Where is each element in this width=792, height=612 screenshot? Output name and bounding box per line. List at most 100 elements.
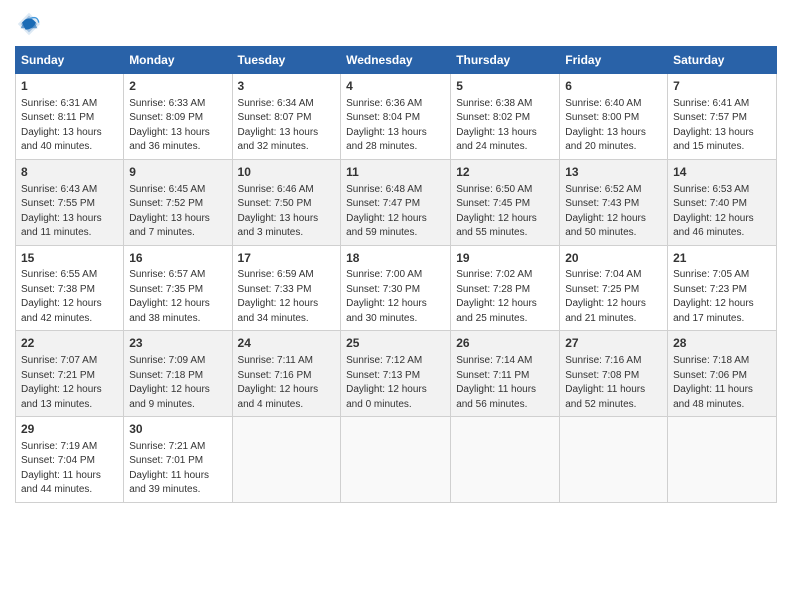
calendar-cell: 13 Sunrise: 6:52 AM Sunset: 7:43 PM Dayli… <box>560 159 668 245</box>
day-info: Sunrise: 6:50 AM Sunset: 7:45 PM Dayligh… <box>456 183 554 241</box>
calendar-cell: 1 Sunrise: 6:31 AM Sunset: 8:11 PM Daylig… <box>16 74 124 160</box>
day-number: 10 <box>238 164 336 181</box>
day-number: 15 <box>21 250 118 267</box>
calendar-cell: 10 Sunrise: 6:46 AM Sunset: 7:50 PM Dayli… <box>232 159 341 245</box>
day-number: 2 <box>129 78 226 95</box>
calendar-cell: 5 Sunrise: 6:38 AM Sunset: 8:02 PM Daylig… <box>451 74 560 160</box>
calendar-cell: 21Sunrise: 7:05 AM Sunset: 7:23 PM Dayli… <box>668 245 777 331</box>
day-info: Sunrise: 6:52 AM Sunset: 7:43 PM Dayligh… <box>565 183 662 241</box>
day-info: Sunrise: 6:45 AM Sunset: 7:52 PM Dayligh… <box>129 183 226 241</box>
day-info: Sunrise: 6:55 AM Sunset: 7:38 PM Dayligh… <box>21 268 118 326</box>
calendar-table: SundayMondayTuesdayWednesdayThursdayFrid… <box>15 46 777 503</box>
day-number: 14 <box>673 164 771 181</box>
calendar-week-row: 15Sunrise: 6:55 AM Sunset: 7:38 PM Dayli… <box>16 245 777 331</box>
calendar-cell: 30 Sunrise: 7:21 AM Sunset: 7:01 PM Dayli… <box>124 417 232 503</box>
day-number: 19 <box>456 250 554 267</box>
calendar-cell: 14Sunrise: 6:53 AM Sunset: 7:40 PM Dayli… <box>668 159 777 245</box>
day-info: Sunrise: 6:33 AM Sunset: 8:09 PM Dayligh… <box>129 97 226 155</box>
calendar-day-header: Thursday <box>451 47 560 74</box>
day-info: Sunrise: 6:31 AM Sunset: 8:11 PM Dayligh… <box>21 97 118 155</box>
day-info: Sunrise: 7:18 AM Sunset: 7:06 PM Dayligh… <box>673 354 771 412</box>
calendar-week-row: 1 Sunrise: 6:31 AM Sunset: 8:11 PM Daylig… <box>16 74 777 160</box>
day-info: Sunrise: 7:02 AM Sunset: 7:28 PM Dayligh… <box>456 268 554 326</box>
day-info: Sunrise: 7:09 AM Sunset: 7:18 PM Dayligh… <box>129 354 226 412</box>
calendar-cell: 23 Sunrise: 7:09 AM Sunset: 7:18 PM Dayli… <box>124 331 232 417</box>
day-info: Sunrise: 6:48 AM Sunset: 7:47 PM Dayligh… <box>346 183 445 241</box>
day-number: 3 <box>238 78 336 95</box>
day-info: Sunrise: 7:04 AM Sunset: 7:25 PM Dayligh… <box>565 268 662 326</box>
calendar-cell: 18Sunrise: 7:00 AM Sunset: 7:30 PM Dayli… <box>341 245 451 331</box>
calendar-cell: 4 Sunrise: 6:36 AM Sunset: 8:04 PM Daylig… <box>341 74 451 160</box>
calendar-cell: 9 Sunrise: 6:45 AM Sunset: 7:52 PM Daylig… <box>124 159 232 245</box>
calendar-cell: 3Sunrise: 6:34 AM Sunset: 8:07 PM Daylig… <box>232 74 341 160</box>
calendar-cell <box>341 417 451 503</box>
calendar-cell: 17Sunrise: 6:59 AM Sunset: 7:33 PM Dayli… <box>232 245 341 331</box>
day-number: 30 <box>129 421 226 438</box>
day-number: 16 <box>129 250 226 267</box>
calendar-cell: 15Sunrise: 6:55 AM Sunset: 7:38 PM Dayli… <box>16 245 124 331</box>
calendar-cell: 20Sunrise: 7:04 AM Sunset: 7:25 PM Dayli… <box>560 245 668 331</box>
day-number: 7 <box>673 78 771 95</box>
calendar-cell: 12 Sunrise: 6:50 AM Sunset: 7:45 PM Dayli… <box>451 159 560 245</box>
day-info: Sunrise: 6:46 AM Sunset: 7:50 PM Dayligh… <box>238 183 336 241</box>
day-number: 29 <box>21 421 118 438</box>
calendar-cell: 16Sunrise: 6:57 AM Sunset: 7:35 PM Dayli… <box>124 245 232 331</box>
calendar-cell <box>560 417 668 503</box>
calendar-cell <box>232 417 341 503</box>
calendar-week-row: 29 Sunrise: 7:19 AM Sunset: 7:04 PM Dayli… <box>16 417 777 503</box>
calendar-cell: 25 Sunrise: 7:12 AM Sunset: 7:13 PM Dayli… <box>341 331 451 417</box>
day-info: Sunrise: 6:43 AM Sunset: 7:55 PM Dayligh… <box>21 183 118 241</box>
day-info: Sunrise: 6:41 AM Sunset: 7:57 PM Dayligh… <box>673 97 771 155</box>
day-info: Sunrise: 6:59 AM Sunset: 7:33 PM Dayligh… <box>238 268 336 326</box>
calendar-cell: 7 Sunrise: 6:41 AM Sunset: 7:57 PM Daylig… <box>668 74 777 160</box>
calendar-cell: 26Sunrise: 7:14 AM Sunset: 7:11 PM Dayli… <box>451 331 560 417</box>
calendar-day-header: Sunday <box>16 47 124 74</box>
day-info: Sunrise: 7:21 AM Sunset: 7:01 PM Dayligh… <box>129 440 226 498</box>
day-number: 12 <box>456 164 554 181</box>
day-number: 11 <box>346 164 445 181</box>
day-number: 9 <box>129 164 226 181</box>
day-number: 13 <box>565 164 662 181</box>
calendar-cell: 27Sunrise: 7:16 AM Sunset: 7:08 PM Dayli… <box>560 331 668 417</box>
calendar-cell: 29 Sunrise: 7:19 AM Sunset: 7:04 PM Dayli… <box>16 417 124 503</box>
calendar-header-row: SundayMondayTuesdayWednesdayThursdayFrid… <box>16 47 777 74</box>
page: SundayMondayTuesdayWednesdayThursdayFrid… <box>0 0 792 612</box>
day-info: Sunrise: 6:57 AM Sunset: 7:35 PM Dayligh… <box>129 268 226 326</box>
day-number: 26 <box>456 335 554 352</box>
calendar-day-header: Friday <box>560 47 668 74</box>
day-number: 22 <box>21 335 118 352</box>
calendar-cell: 8 Sunrise: 6:43 AM Sunset: 7:55 PM Daylig… <box>16 159 124 245</box>
calendar-cell: 22Sunrise: 7:07 AM Sunset: 7:21 PM Dayli… <box>16 331 124 417</box>
calendar-cell: 24 Sunrise: 7:11 AM Sunset: 7:16 PM Dayli… <box>232 331 341 417</box>
day-number: 25 <box>346 335 445 352</box>
day-number: 18 <box>346 250 445 267</box>
day-info: Sunrise: 7:19 AM Sunset: 7:04 PM Dayligh… <box>21 440 118 498</box>
calendar-cell: 19Sunrise: 7:02 AM Sunset: 7:28 PM Dayli… <box>451 245 560 331</box>
day-number: 5 <box>456 78 554 95</box>
calendar-day-header: Saturday <box>668 47 777 74</box>
day-number: 23 <box>129 335 226 352</box>
day-info: Sunrise: 6:38 AM Sunset: 8:02 PM Dayligh… <box>456 97 554 155</box>
calendar-day-header: Monday <box>124 47 232 74</box>
day-number: 28 <box>673 335 771 352</box>
day-number: 8 <box>21 164 118 181</box>
day-info: Sunrise: 7:05 AM Sunset: 7:23 PM Dayligh… <box>673 268 771 326</box>
day-info: Sunrise: 6:36 AM Sunset: 8:04 PM Dayligh… <box>346 97 445 155</box>
calendar-cell: 2 Sunrise: 6:33 AM Sunset: 8:09 PM Daylig… <box>124 74 232 160</box>
calendar-day-header: Wednesday <box>341 47 451 74</box>
day-number: 1 <box>21 78 118 95</box>
day-info: Sunrise: 7:11 AM Sunset: 7:16 PM Dayligh… <box>238 354 336 412</box>
calendar-day-header: Tuesday <box>232 47 341 74</box>
calendar-cell: 28 Sunrise: 7:18 AM Sunset: 7:06 PM Dayli… <box>668 331 777 417</box>
calendar-week-row: 8 Sunrise: 6:43 AM Sunset: 7:55 PM Daylig… <box>16 159 777 245</box>
calendar-cell: 11 Sunrise: 6:48 AM Sunset: 7:47 PM Dayli… <box>341 159 451 245</box>
day-info: Sunrise: 7:12 AM Sunset: 7:13 PM Dayligh… <box>346 354 445 412</box>
day-number: 24 <box>238 335 336 352</box>
calendar-week-row: 22Sunrise: 7:07 AM Sunset: 7:21 PM Dayli… <box>16 331 777 417</box>
header <box>15 10 777 38</box>
logo <box>15 10 47 38</box>
calendar-cell <box>451 417 560 503</box>
day-number: 4 <box>346 78 445 95</box>
day-info: Sunrise: 7:16 AM Sunset: 7:08 PM Dayligh… <box>565 354 662 412</box>
logo-icon <box>15 10 43 38</box>
